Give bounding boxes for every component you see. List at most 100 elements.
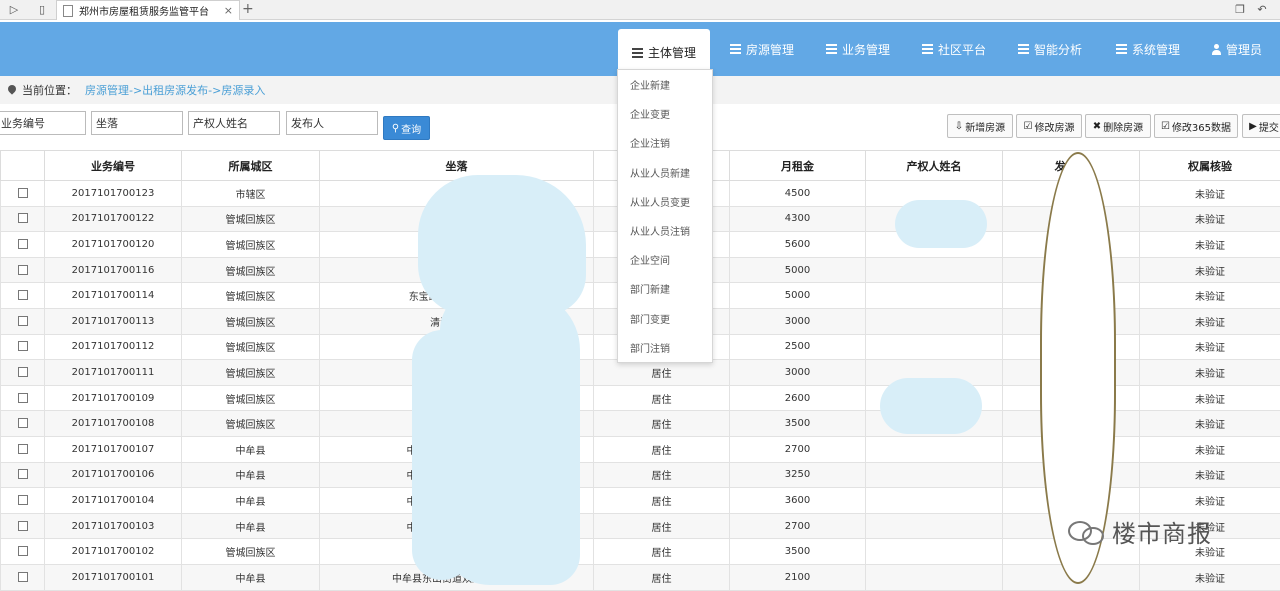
row-checkbox[interactable] (18, 239, 28, 249)
cell-district: 管城回族区 (182, 539, 320, 565)
sidebar-toggle-icon[interactable]: ▷ (6, 2, 22, 18)
row-checkbox[interactable] (18, 188, 28, 198)
menu-item-staff-create[interactable]: 从业人员新建 (618, 158, 712, 187)
forward-icon: ▶ (1249, 121, 1257, 132)
row-checkbox-cell (1, 283, 45, 309)
menu-item-dept-cancel[interactable]: 部门注销 (618, 333, 712, 362)
nav-item-community-platform[interactable]: 社区平台 (922, 22, 986, 76)
row-checkbox-cell (1, 436, 45, 462)
row-checkbox[interactable] (18, 290, 28, 300)
row-checkbox[interactable] (18, 469, 28, 479)
tab-list-icon[interactable]: ▯ (34, 2, 50, 18)
nav-item-admin[interactable]: 管理员 (1212, 22, 1262, 76)
row-checkbox[interactable] (18, 546, 28, 556)
row-checkbox[interactable] (18, 367, 28, 377)
query-label: 查询 (401, 121, 421, 136)
select-column-header (1, 151, 45, 181)
menu-item-company-cancel[interactable]: 企业注销 (618, 128, 712, 157)
breadcrumb-label: 当前位置： (22, 82, 77, 98)
nav-label: 主体管理 (648, 44, 696, 61)
user-icon (1212, 44, 1221, 55)
column-header-district[interactable]: 所属城区 (182, 151, 320, 181)
cell-usage: 居住 (594, 564, 730, 590)
menu-item-staff-cancel[interactable]: 从业人员注销 (618, 216, 712, 245)
button-label: 新增房源 (965, 119, 1005, 134)
cell-monthly-rent: 4300 (730, 206, 866, 232)
row-checkbox-cell (1, 181, 45, 207)
cell-owner-name (866, 462, 1003, 488)
grid-icon (826, 44, 837, 54)
query-button[interactable]: ⚲ 查询 (383, 116, 430, 140)
cell-business-number: 2017101700102 (45, 539, 182, 565)
edit-listing-button[interactable]: ☑修改房源 (1016, 114, 1082, 138)
restore-icon[interactable]: ❐ (1232, 2, 1248, 18)
column-header-location[interactable]: 坐落 (320, 151, 594, 181)
menu-item-company-space[interactable]: 企业空间 (618, 245, 712, 274)
nav-item-business-management[interactable]: 业务管理 (826, 22, 890, 76)
menu-item-dept-create[interactable]: 部门新建 (618, 274, 712, 303)
submit-button[interactable]: ▶提交 (1242, 114, 1280, 138)
button-label: 修改365数据 (1172, 119, 1231, 134)
row-checkbox[interactable] (18, 572, 28, 582)
row-checkbox[interactable] (18, 418, 28, 428)
cell-usage: 居住 (594, 488, 730, 514)
nav-item-housing-management[interactable]: 房源管理 (730, 22, 794, 76)
cell-usage: 居住 (594, 360, 730, 386)
menu-item-company-change[interactable]: 企业变更 (618, 99, 712, 128)
cell-business-number: 2017101700120 (45, 232, 182, 258)
grid-icon (632, 48, 643, 58)
nav-item-system-management[interactable]: 系统管理 (1116, 22, 1180, 76)
row-checkbox[interactable] (18, 265, 28, 275)
cell-district: 管城回族区 (182, 283, 320, 309)
cell-usage: 居住 (594, 411, 730, 437)
delete-listing-button[interactable]: ✖删除房源 (1085, 114, 1151, 138)
cell-ownership-check: 未验证 (1140, 436, 1280, 462)
edit-365-data-button[interactable]: ☑修改365数据 (1154, 114, 1238, 138)
cell-owner-name (866, 257, 1003, 283)
owner-name-input[interactable] (188, 111, 280, 135)
cell-ownership-check: 未验证 (1140, 385, 1280, 411)
breadcrumb-path[interactable]: 房源管理->出租房源发布->房源录入 (85, 82, 265, 98)
column-header-business-number[interactable]: 业务编号 (45, 151, 182, 181)
new-tab-button[interactable]: + (242, 1, 254, 17)
column-header-monthly-rent[interactable]: 月租金 (730, 151, 866, 181)
redaction-blob (880, 378, 982, 434)
redaction-blob (412, 330, 472, 580)
cell-district: 管城回族区 (182, 308, 320, 334)
cell-ownership-check: 未验证 (1140, 308, 1280, 334)
grid-icon (1116, 44, 1127, 54)
menu-item-staff-change[interactable]: 从业人员变更 (618, 187, 712, 216)
cell-usage: 居住 (594, 539, 730, 565)
cell-owner-name (866, 436, 1003, 462)
column-header-owner-name[interactable]: 产权人姓名 (866, 151, 1003, 181)
menu-item-dept-change[interactable]: 部门变更 (618, 304, 712, 333)
close-tab-icon[interactable]: × (224, 4, 233, 17)
cell-ownership-check: 未验证 (1140, 488, 1280, 514)
row-checkbox[interactable] (18, 444, 28, 454)
browser-tab[interactable]: 郑州市房屋租赁服务监管平台 × (56, 0, 240, 20)
row-checkbox[interactable] (18, 316, 28, 326)
row-checkbox[interactable] (18, 341, 28, 351)
cell-district: 管城回族区 (182, 257, 320, 283)
add-icon: ⇩ (955, 121, 963, 132)
add-listing-button[interactable]: ⇩新增房源 (947, 114, 1013, 138)
undo-icon[interactable]: ↶ (1254, 2, 1270, 18)
cell-owner-name (866, 283, 1003, 309)
row-checkbox[interactable] (18, 213, 28, 223)
edit-icon: ☑ (1024, 121, 1033, 132)
business-number-input[interactable] (0, 111, 86, 135)
search-icon: ⚲ (392, 123, 399, 134)
publisher-input[interactable] (286, 111, 378, 135)
location-input[interactable] (91, 111, 183, 135)
cell-district: 市辖区 (182, 181, 320, 207)
row-checkbox[interactable] (18, 521, 28, 531)
menu-item-company-create[interactable]: 企业新建 (618, 70, 712, 99)
cell-business-number: 2017101700106 (45, 462, 182, 488)
nav-item-smart-analysis[interactable]: 智能分析 (1018, 22, 1082, 76)
row-checkbox[interactable] (18, 495, 28, 505)
row-checkbox-cell (1, 564, 45, 590)
cell-monthly-rent: 2500 (730, 334, 866, 360)
row-checkbox[interactable] (18, 393, 28, 403)
column-header-ownership-check[interactable]: 权属核验 (1140, 151, 1280, 181)
cell-business-number: 2017101700108 (45, 411, 182, 437)
